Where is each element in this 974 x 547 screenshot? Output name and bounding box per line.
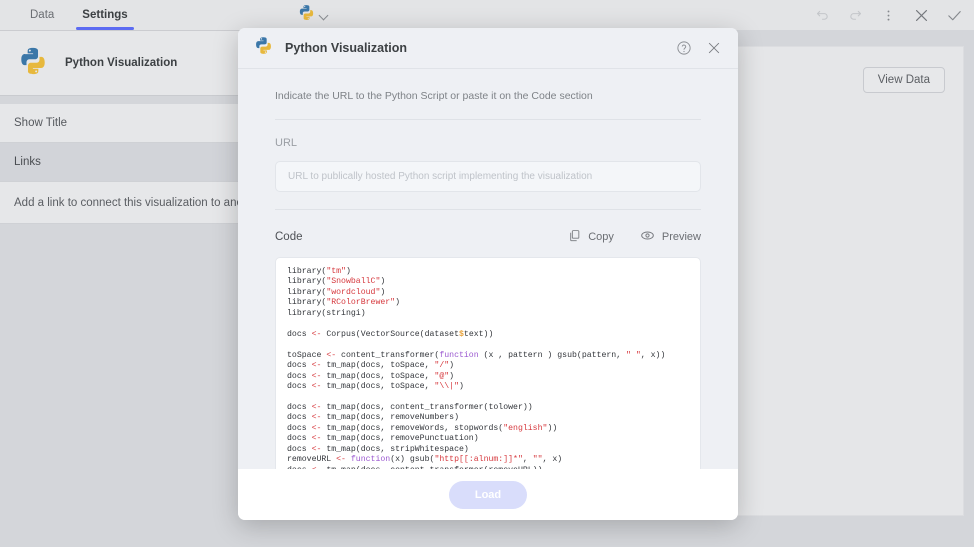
- chevron-down-icon: [320, 11, 329, 20]
- tab-data-label: Data: [30, 9, 55, 21]
- python-visualization-dialog: Python Visualization Indicate the URL to…: [238, 28, 738, 520]
- viz-type-selector[interactable]: [298, 0, 329, 30]
- code-actions: Copy Preview: [568, 228, 701, 246]
- url-input[interactable]: [275, 161, 701, 192]
- close-icon[interactable]: [911, 5, 931, 25]
- top-bar: Data Settings: [0, 0, 974, 30]
- python-logo-icon: [254, 36, 273, 60]
- code-editor[interactable]: library("tm") library("SnowballC") libra…: [275, 257, 701, 489]
- python-logo-icon: [298, 4, 315, 26]
- settings-row-links-label: Links: [14, 156, 41, 168]
- redo-icon[interactable]: [845, 5, 865, 25]
- dialog-hint: Indicate the URL to the Python Script or…: [275, 90, 593, 102]
- close-icon[interactable]: [705, 40, 722, 57]
- settings-row-show-title-label: Show Title: [14, 117, 68, 129]
- preview-button[interactable]: Preview: [640, 228, 701, 246]
- copy-label: Copy: [588, 231, 614, 243]
- copy-icon: [568, 229, 581, 245]
- copy-button[interactable]: Copy: [568, 229, 614, 245]
- code-section-header: Code Copy Preview: [275, 228, 701, 246]
- python-logo-icon: [18, 46, 48, 81]
- dialog-header: Python Visualization: [238, 28, 738, 69]
- dialog-body: Indicate the URL to the Python Script or…: [238, 69, 738, 489]
- dialog-footer: Load: [238, 469, 738, 520]
- more-options-icon[interactable]: [878, 5, 898, 25]
- app-root: Data Settings Python Visualization Show …: [0, 0, 974, 547]
- top-tabs: Data Settings: [0, 0, 142, 30]
- preview-label: Preview: [661, 231, 701, 243]
- view-data-button[interactable]: View Data: [862, 67, 945, 93]
- url-divider: [275, 209, 701, 210]
- code-content: library("tm") library("SnowballC") libra…: [287, 267, 666, 488]
- view-data-button-label: View Data: [877, 74, 930, 86]
- tab-settings[interactable]: Settings: [68, 0, 141, 30]
- load-button[interactable]: Load: [448, 480, 528, 509]
- dialog-title: Python Visualization: [285, 41, 408, 55]
- url-field-label: URL: [275, 137, 298, 149]
- undo-icon[interactable]: [812, 5, 832, 25]
- confirm-icon[interactable]: [944, 5, 964, 25]
- code-label: Code: [275, 231, 303, 243]
- eye-icon: [640, 228, 655, 246]
- top-bar-actions: [812, 0, 964, 30]
- dialog-header-actions: [675, 40, 722, 57]
- settings-panel-title: Python Visualization: [65, 57, 178, 69]
- help-circle-icon[interactable]: [675, 40, 692, 57]
- tab-settings-label: Settings: [82, 9, 128, 21]
- tab-data[interactable]: Data: [16, 0, 68, 30]
